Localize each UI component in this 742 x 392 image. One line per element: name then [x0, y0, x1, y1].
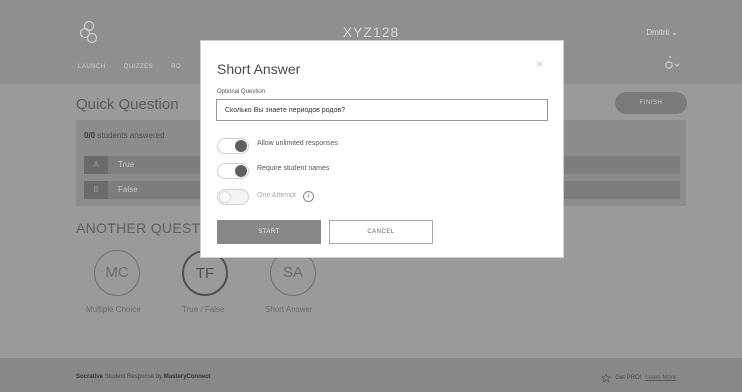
require-names-toggle[interactable] — [217, 163, 249, 179]
multiple-choice-button[interactable]: MC — [94, 250, 140, 296]
dialog-title: Short Answer — [217, 61, 301, 77]
cancel-button[interactable]: CANCEL — [329, 220, 433, 244]
answered-text: students answered — [97, 131, 165, 140]
one-attempt-toggle[interactable] — [217, 189, 249, 205]
nav-rooms[interactable]: RO — [171, 64, 181, 70]
close-icon[interactable]: × — [536, 57, 543, 71]
start-button[interactable]: START — [217, 220, 321, 244]
require-names-label: Require student names — [257, 165, 330, 172]
footer-credit: Socrative Student Response by MasteryCon… — [76, 374, 210, 380]
question-label: Optional Question — [217, 89, 266, 95]
true-false-label: True / False — [182, 305, 225, 314]
answer-letter: A — [84, 156, 108, 174]
one-attempt-label: One Attempt — [257, 192, 296, 199]
answered-count: 0/0 — [84, 131, 96, 140]
finish-button[interactable]: FINISH — [615, 92, 687, 114]
footer-brand: Socrative — [76, 374, 104, 380]
page-title: Quick Question — [76, 96, 179, 113]
learn-more-link[interactable]: Learn More — [645, 375, 676, 381]
settings-icon[interactable] — [662, 54, 680, 70]
short-answer-label: Short Answer — [265, 305, 313, 314]
answer-text: True — [118, 160, 135, 169]
unlimited-responses-label: Allow unlimited responses — [257, 140, 338, 147]
answered-status: 0/0 students answered — [84, 131, 165, 140]
footer-company: MasteryConnect — [163, 374, 211, 380]
answer-letter: B — [84, 181, 108, 199]
unlimited-responses-toggle[interactable] — [217, 138, 249, 154]
star-icon — [601, 373, 612, 383]
room-name: XYZ128 — [342, 24, 400, 40]
footer-pro: Get PRO! Learn More — [601, 373, 676, 383]
question-input[interactable] — [216, 99, 548, 121]
answer-text: False — [118, 185, 138, 194]
user-menu[interactable]: Dmitrii ⌄ — [646, 28, 678, 37]
nav-quizzes[interactable]: QUIZZES — [124, 64, 154, 70]
nav-launch[interactable]: LAUNCH — [78, 64, 106, 70]
get-pro-text: Get PRO! — [615, 375, 642, 381]
short-answer-dialog: Short Answer × Optional Question Allow u… — [200, 40, 564, 258]
footer-text: Student Response by — [104, 374, 163, 380]
multiple-choice-label: Multiple Choice — [86, 305, 141, 314]
main-nav: LAUNCH QUIZZES RO — [78, 64, 181, 70]
info-icon[interactable]: i — [303, 191, 314, 202]
